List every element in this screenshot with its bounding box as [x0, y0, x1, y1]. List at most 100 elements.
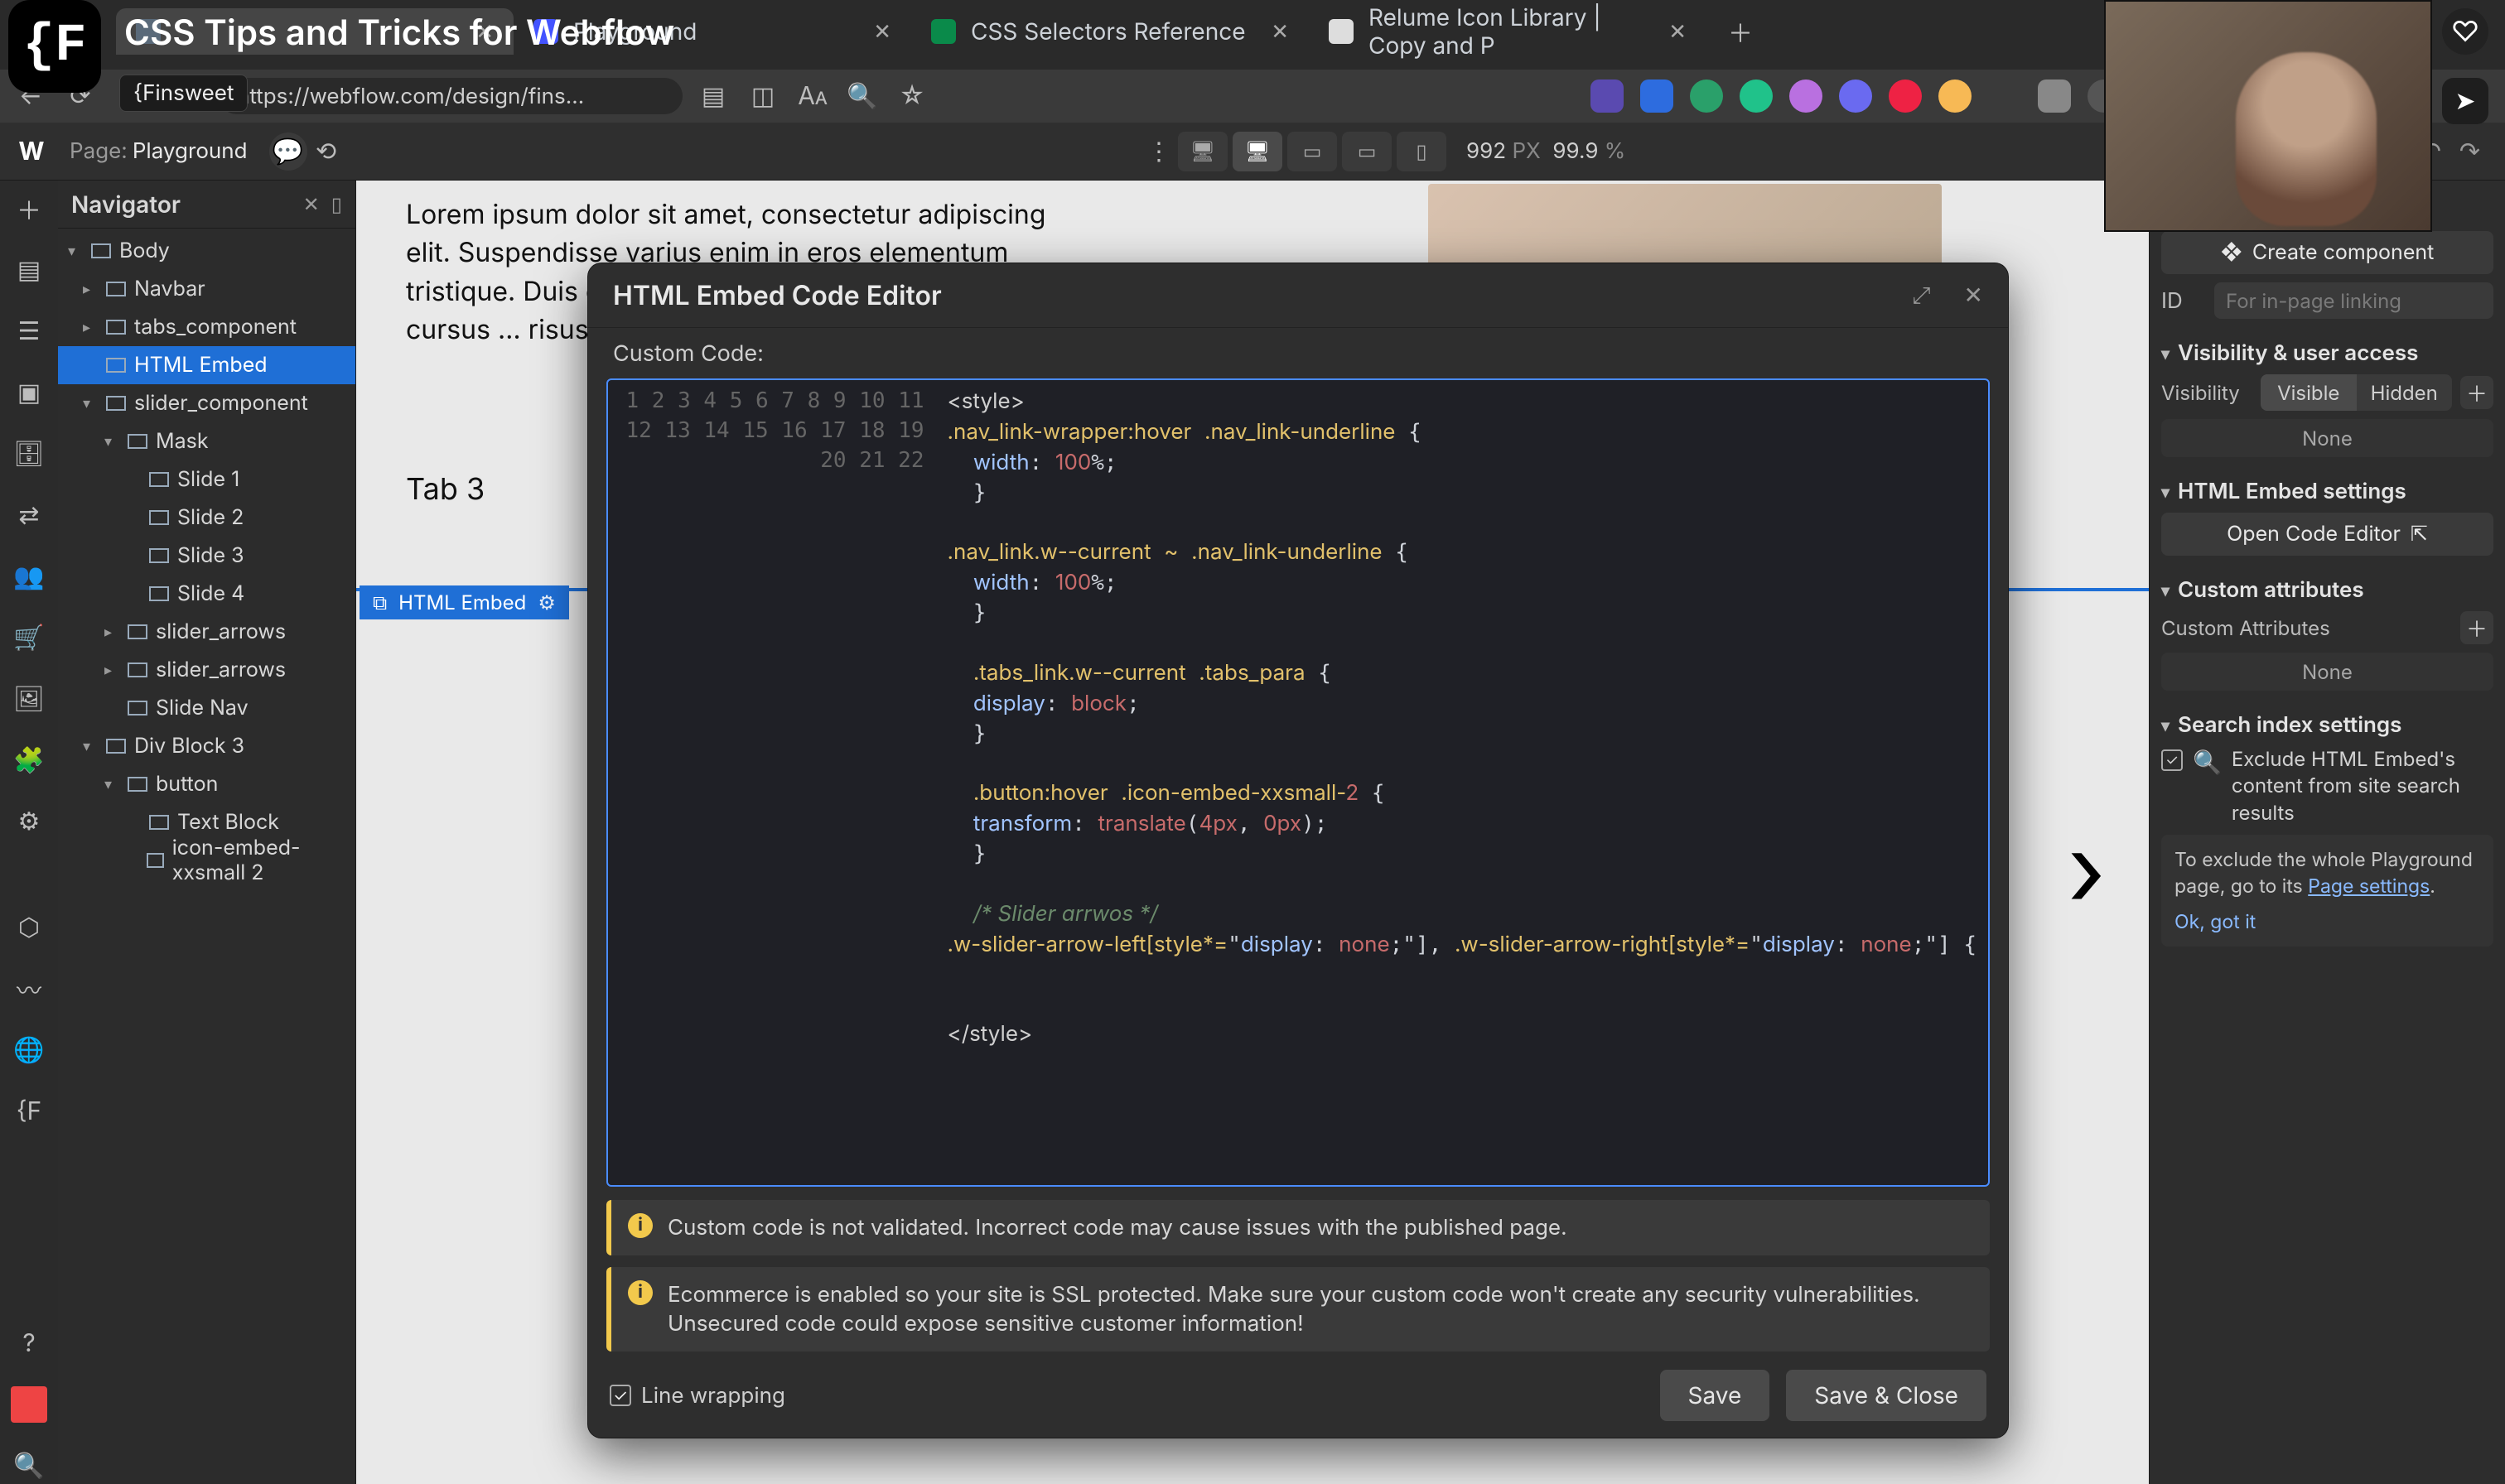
- logic-icon[interactable]: ⇄: [11, 497, 47, 533]
- info-icon: i: [628, 1213, 653, 1238]
- tree-row[interactable]: ▸slider_arrows: [58, 613, 355, 651]
- tree-row[interactable]: ▸tabs_component: [58, 308, 355, 346]
- tree-row[interactable]: ▾Mask: [58, 422, 355, 460]
- close-icon[interactable]: ✕: [1271, 19, 1289, 45]
- like-icon[interactable]: ♡: [2442, 8, 2488, 55]
- navigator-tree[interactable]: ▾Body▸Navbar▸tabs_componentHTML Embed▾sl…: [58, 229, 355, 883]
- tree-row[interactable]: ▾slider_component: [58, 384, 355, 422]
- visible-button[interactable]: Visible: [2261, 374, 2357, 411]
- desktop-large-icon[interactable]: 🖥: [1178, 132, 1228, 171]
- create-component-button[interactable]: ❖ Create component: [2161, 231, 2493, 274]
- close-icon[interactable]: ✕: [1668, 19, 1687, 45]
- redo-icon[interactable]: ↷: [2459, 137, 2480, 166]
- tree-row[interactable]: HTML Embed: [58, 346, 355, 384]
- desktop-icon[interactable]: 🖥: [1233, 132, 1282, 171]
- assets-icon[interactable]: 🖼: [11, 681, 47, 717]
- code-content[interactable]: <style> .nav_link-wrapper:hover .nav_lin…: [936, 380, 1989, 1185]
- 3d-icon[interactable]: ⬡: [11, 909, 47, 946]
- preview-icon[interactable]: ⟲: [307, 132, 345, 171]
- element-icon: [91, 243, 111, 258]
- extension-icon[interactable]: [2038, 80, 2071, 113]
- tree-label: Slide 2: [177, 505, 244, 530]
- address-bar[interactable]: https://webflow.com/design/fins…: [219, 78, 683, 114]
- page-name[interactable]: Playground: [133, 138, 248, 164]
- tree-row[interactable]: ▾Body: [58, 232, 355, 270]
- ok-got-it-link[interactable]: Ok, got it: [2174, 908, 2480, 935]
- tree-label: Slide 3: [177, 543, 244, 568]
- checkbox-icon[interactable]: ✓: [610, 1385, 631, 1406]
- tree-row[interactable]: ▸slider_arrows: [58, 651, 355, 689]
- reader-icon[interactable]: ▤: [694, 77, 732, 115]
- favorite-icon[interactable]: ☆: [893, 77, 931, 115]
- extension-icon[interactable]: [1789, 80, 1822, 113]
- finsweet-logo: {F: [8, 0, 101, 93]
- ecommerce-icon[interactable]: 🛒: [11, 619, 47, 656]
- add-elements-icon[interactable]: ＋: [11, 190, 47, 227]
- mobile-icon[interactable]: ▯: [1397, 132, 1446, 171]
- section-attributes[interactable]: ▾Custom attributes: [2161, 577, 2493, 603]
- audit-icon[interactable]: 〰: [11, 971, 47, 1007]
- close-panel-icon[interactable]: ✕: [303, 192, 320, 216]
- finsweet-tooltip: {Finsweet: [119, 75, 248, 112]
- save-button[interactable]: Save: [1660, 1370, 1770, 1421]
- tree-row[interactable]: ▾Div Block 3: [58, 727, 355, 765]
- hidden-button[interactable]: Hidden: [2357, 374, 2453, 411]
- open-code-editor-button[interactable]: Open Code Editor ⇱: [2161, 513, 2493, 556]
- tree-row[interactable]: Slide 2: [58, 499, 355, 537]
- tree-row[interactable]: Slide Nav: [58, 689, 355, 727]
- users-icon[interactable]: 👥: [11, 558, 47, 595]
- save-close-button[interactable]: Save & Close: [1786, 1370, 1986, 1421]
- pages-icon[interactable]: ▤: [11, 252, 47, 288]
- text-size-icon[interactable]: Aᴀ: [794, 77, 832, 115]
- section-search[interactable]: ▾Search index settings: [2161, 712, 2493, 738]
- zoom-icon[interactable]: 🔍: [843, 77, 881, 115]
- expand-icon[interactable]: ⤢: [1912, 281, 1930, 310]
- tree-row[interactable]: ▸Navbar: [58, 270, 355, 308]
- page-settings-link[interactable]: Page settings: [2308, 874, 2430, 898]
- close-icon[interactable]: ✕: [1964, 281, 1983, 310]
- mobile-landscape-icon[interactable]: ▭: [1342, 132, 1392, 171]
- globe-icon[interactable]: 🌐: [11, 1032, 47, 1068]
- extension-icon[interactable]: [1590, 80, 1624, 113]
- extension-icon[interactable]: [1938, 80, 1972, 113]
- comments-icon[interactable]: 💬: [269, 132, 307, 171]
- add-attribute-button[interactable]: ＋: [2460, 611, 2493, 644]
- browser-tab-relume[interactable]: Relume Icon Library | Copy and P ✕: [1309, 8, 1706, 55]
- components-icon[interactable]: ▣: [11, 374, 47, 411]
- navigator-icon[interactable]: ☰: [11, 313, 47, 349]
- split-icon[interactable]: ◫: [744, 77, 782, 115]
- tree-row[interactable]: Slide 3: [58, 537, 355, 575]
- finsweet-ext-icon[interactable]: {F: [11, 1093, 47, 1130]
- new-tab-button[interactable]: ＋: [1721, 12, 1759, 51]
- section-visibility[interactable]: ▾Visibility & user access: [2161, 340, 2493, 366]
- checkbox-icon[interactable]: ✓: [2161, 749, 2183, 771]
- browser-tab-css-ref[interactable]: CSS Selectors Reference ✕: [911, 8, 1309, 55]
- code-editor[interactable]: 1 2 3 4 5 6 7 8 9 10 11 12 13 14 15 16 1…: [606, 378, 1990, 1187]
- exclude-search-checkbox[interactable]: ✓ 🔍 Exclude HTML Embed's content from si…: [2161, 746, 2493, 826]
- add-condition-button[interactable]: ＋: [2460, 376, 2493, 409]
- line-wrapping-checkbox[interactable]: ✓ Line wrapping: [610, 1383, 785, 1409]
- share-icon[interactable]: ➤: [2442, 78, 2488, 124]
- extension-icon[interactable]: [1740, 80, 1773, 113]
- extension-icon[interactable]: [1690, 80, 1723, 113]
- section-embed[interactable]: ▾HTML Embed settings: [2161, 479, 2493, 504]
- tree-row[interactable]: Slide 4: [58, 575, 355, 613]
- search-icon[interactable]: 🔍: [11, 1448, 47, 1484]
- record-icon[interactable]: [11, 1386, 47, 1423]
- tree-row[interactable]: ▾button: [58, 765, 355, 803]
- settings-icon[interactable]: ⚙: [11, 803, 47, 840]
- dock-icon[interactable]: ▯: [331, 192, 342, 216]
- tree-row[interactable]: icon-embed-xxsmall 2: [58, 841, 355, 879]
- tablet-icon[interactable]: ▭: [1287, 132, 1337, 171]
- cms-icon[interactable]: 🗄: [11, 436, 47, 472]
- help-icon[interactable]: ?: [11, 1325, 47, 1361]
- close-icon[interactable]: ✕: [873, 19, 891, 45]
- more-icon[interactable]: ⋮: [1140, 132, 1178, 171]
- webflow-logo[interactable]: W: [8, 128, 55, 175]
- apps-icon[interactable]: 🧩: [11, 742, 47, 778]
- tree-row[interactable]: Slide 1: [58, 460, 355, 499]
- extension-icon[interactable]: [1640, 80, 1673, 113]
- extension-icon[interactable]: [1889, 80, 1922, 113]
- id-input[interactable]: For in-page linking: [2214, 282, 2493, 319]
- extension-icon[interactable]: [1839, 80, 1872, 113]
